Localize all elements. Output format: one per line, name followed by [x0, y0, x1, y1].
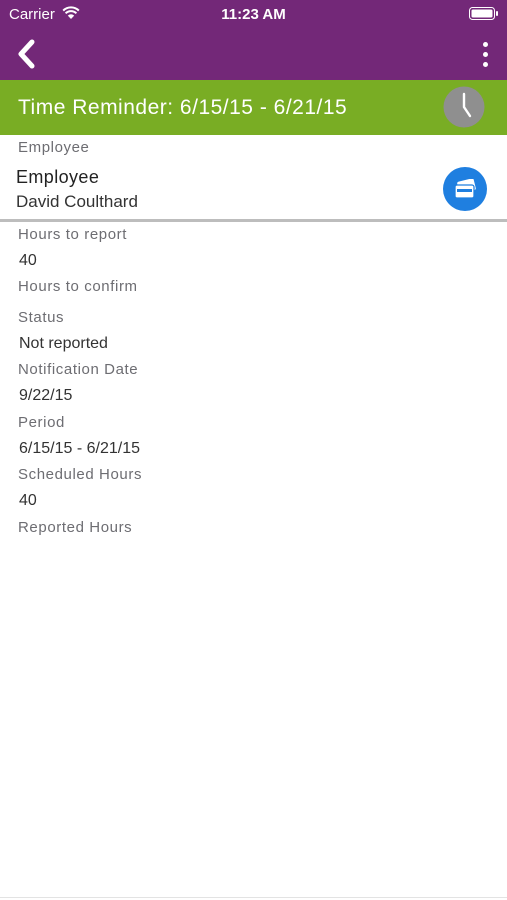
status-bar: Carrier 11:23 AM: [0, 0, 507, 28]
chevron-left-icon: [18, 39, 35, 69]
reported-hours-label: Reported Hours: [18, 519, 133, 536]
hours-to-report-value: 40: [19, 252, 37, 269]
scheduled-hours-value: 40: [19, 492, 37, 509]
period-value: 6/15/15 - 6/21/15: [19, 440, 140, 457]
employee-card-button[interactable]: [443, 167, 487, 211]
nav-bar: [0, 28, 507, 80]
section-divider: [0, 219, 507, 222]
app-header: Carrier 11:23 AM: [0, 0, 507, 80]
banner-title: Time Reminder: 6/15/15 - 6/21/15: [18, 96, 348, 119]
employee-name-label: Employee: [16, 167, 100, 187]
battery-icon: [469, 7, 499, 20]
more-vertical-icon: [482, 41, 488, 47]
scheduled-hours-label: Scheduled Hours: [18, 466, 143, 483]
hours-to-confirm-label: Hours to confirm: [18, 278, 138, 295]
bottom-divider: [0, 897, 507, 898]
more-options-button[interactable]: [475, 36, 495, 72]
back-button[interactable]: [10, 36, 42, 72]
notification-date-label: Notification Date: [18, 361, 139, 378]
period-label: Period: [18, 414, 65, 431]
clock-time: 11:23 AM: [221, 6, 286, 23]
clock-icon: [443, 86, 485, 128]
time-reminder-banner: Time Reminder: 6/15/15 - 6/21/15: [0, 80, 507, 135]
employee-section-label: Employee: [18, 139, 90, 156]
notification-date-value: 9/22/15: [19, 387, 73, 404]
card-icon: [454, 179, 476, 199]
status-label: Status: [18, 309, 65, 326]
hours-to-report-label: Hours to report: [18, 226, 128, 243]
employee-name: David Coulthard: [16, 192, 138, 211]
status-value: Not reported: [19, 335, 108, 352]
